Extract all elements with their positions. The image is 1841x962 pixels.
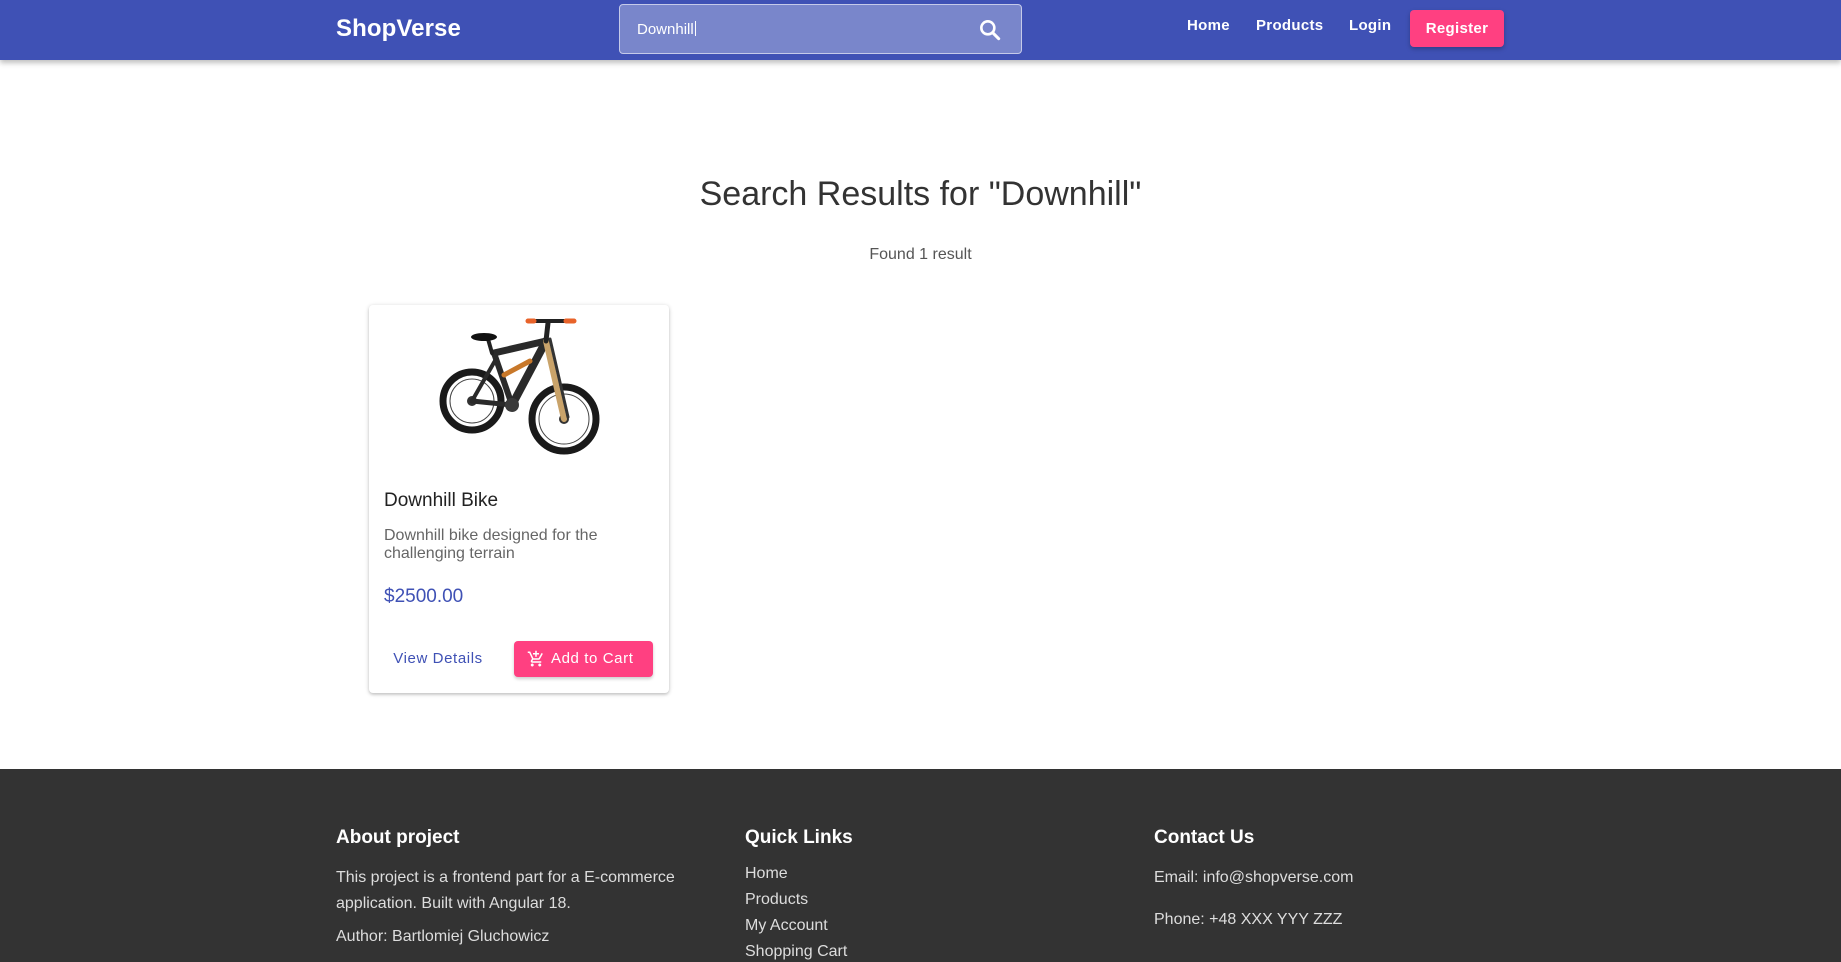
add-shopping-cart-icon — [527, 650, 545, 668]
footer-contact-heading: Contact Us — [1154, 827, 1255, 848]
footer: About project This project is a frontend… — [0, 769, 1841, 962]
product-price: $2500.00 — [384, 586, 464, 607]
footer-about-heading: About project — [336, 827, 460, 848]
search-input[interactable]: Downhill — [637, 21, 696, 38]
product-image[interactable] — [434, 309, 604, 461]
footer-phone: Phone: +48 XXX YYY ZZZ — [1154, 911, 1343, 928]
add-to-cart-button[interactable]: Add to Cart — [514, 641, 653, 677]
search-box[interactable]: Downhill — [619, 4, 1022, 54]
view-details-button[interactable]: View Details — [385, 641, 491, 677]
footer-email: Email: info@shopverse.com — [1154, 869, 1354, 886]
footer-link-my-account[interactable]: My Account — [745, 917, 828, 935]
nav-login[interactable]: Login — [1349, 17, 1391, 34]
register-button[interactable]: Register — [1410, 10, 1504, 47]
nav-home[interactable]: Home — [1187, 17, 1230, 34]
page-title: Search Results for "Downhill" — [699, 175, 1142, 213]
product-card: Downhill Bike Downhill bike designed for… — [369, 305, 669, 693]
brand-logo[interactable]: ShopVerse — [336, 15, 461, 43]
footer-quick-links-heading: Quick Links — [745, 827, 853, 848]
nav-products[interactable]: Products — [1256, 17, 1323, 34]
footer-link-shopping-cart[interactable]: Shopping Cart — [745, 943, 847, 961]
bike-frame — [469, 318, 577, 422]
product-description: Downhill bike designed for the challengi… — [384, 527, 598, 562]
product-name[interactable]: Downhill Bike — [384, 490, 498, 512]
footer-link-products[interactable]: Products — [745, 891, 808, 909]
footer-author: Author: Bartlomiej Gluchowicz — [336, 928, 550, 945]
footer-link-home[interactable]: Home — [745, 865, 788, 883]
search-icon[interactable] — [977, 17, 1003, 43]
add-to-cart-label: Add to Cart — [551, 650, 634, 667]
footer-about-text: This project is a frontend part for a E-… — [336, 869, 675, 912]
results-count: Found 1 result — [869, 246, 972, 263]
top-navbar: ShopVerse Downhill Home Products Login R… — [0, 0, 1841, 60]
